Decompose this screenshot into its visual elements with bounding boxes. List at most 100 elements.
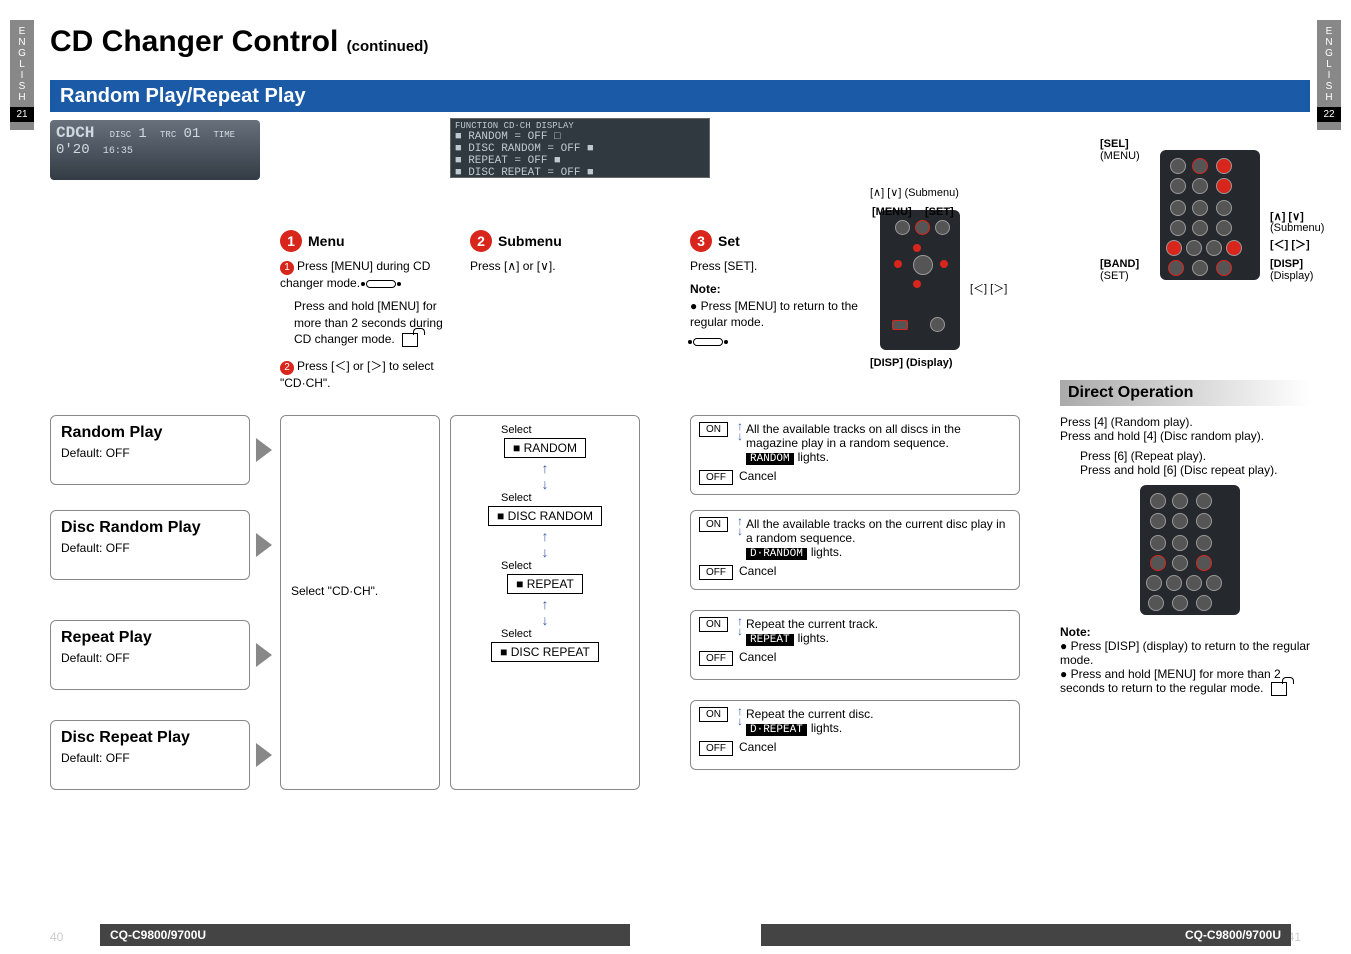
off-badge: OFF: [699, 565, 733, 580]
dr-disp-btn[interactable]: [1196, 595, 1212, 611]
remote-band-btn[interactable]: [892, 320, 908, 330]
pr-src-btn[interactable]: [1170, 158, 1186, 174]
dr-right-btn[interactable]: [1206, 575, 1222, 591]
step-set-body: Press [SET]. Note: ● Press [MENU] to ret…: [690, 258, 870, 350]
dr-4-btn[interactable]: [1150, 555, 1166, 571]
section-heading: Random Play/Repeat Play: [50, 80, 1310, 112]
card-repeat: Repeat PlayDefault: OFF: [50, 620, 250, 690]
pr-brand: PanasonicCar Audio: [1185, 286, 1225, 304]
hold-icon: [1271, 682, 1287, 696]
pr-4-btn[interactable]: [1170, 220, 1186, 236]
menuitem-disc-random: ■ DISC RANDOM: [488, 506, 602, 526]
arrow-icon: [256, 743, 272, 767]
side-letters: E N G L I S H: [10, 26, 34, 103]
dr-sel-btn[interactable]: [1172, 493, 1188, 509]
pr-label-lr: [＜] [＞]: [1270, 236, 1310, 252]
card-link: Select "CD·CH".: [280, 415, 440, 790]
pr-band-btn[interactable]: [1168, 260, 1184, 276]
card-random: Random PlayDefault: OFF: [50, 415, 250, 485]
pr-5-btn[interactable]: [1192, 220, 1208, 236]
off-badge: OFF: [699, 470, 733, 485]
device-remote: [880, 210, 960, 350]
pr-8-btn[interactable]: [1206, 240, 1222, 256]
off-badge: OFF: [699, 741, 733, 756]
dr-2-btn[interactable]: [1172, 535, 1188, 551]
footer-model-left: CQ-C9800/9700U: [100, 924, 630, 946]
main-lcd: CDCH DISC 1 TRC 01 TIME 0'20 16:35 RANDO…: [50, 120, 260, 180]
remote-up-dot[interactable]: [913, 244, 921, 252]
pr-1-btn[interactable]: [1170, 200, 1186, 216]
step-menu-body: 1Press [MENU] during CD changer mode. Pr…: [280, 258, 460, 392]
pr-2-btn[interactable]: [1192, 200, 1208, 216]
pr-num-btn[interactable]: [1192, 178, 1208, 194]
dr-down-btn[interactable]: [1196, 513, 1212, 529]
pr-up-btn[interactable]: [1216, 158, 1232, 174]
dr-6-btn[interactable]: [1196, 555, 1212, 571]
remote-disp-btn[interactable]: [930, 317, 945, 332]
on-badge: ON: [699, 707, 728, 722]
remote-volume-btn[interactable]: [913, 255, 933, 275]
remote-label-sub: [∧] [∨] (Submenu): [870, 186, 959, 199]
remote-label-menu: [MENU]: [872, 206, 912, 218]
pr-3-btn[interactable]: [1216, 200, 1232, 216]
arrow-ud-icon: [734, 517, 746, 536]
remote-eject-btn[interactable]: [915, 220, 930, 235]
dr-band-btn[interactable]: [1148, 595, 1164, 611]
dr-8-btn[interactable]: [1186, 575, 1202, 591]
page-title: CD Changer Control (continued): [50, 25, 428, 59]
pr-sel-btn[interactable]: [1192, 158, 1208, 174]
off-badge: OFF: [699, 651, 733, 666]
pr-7-btn[interactable]: [1186, 240, 1202, 256]
dr-num-btn[interactable]: [1172, 513, 1188, 529]
toggle-random: ON All the available tracks on all discs…: [690, 415, 1020, 495]
step-submenu-head: 2Submenu: [470, 230, 562, 252]
on-badge: ON: [699, 517, 728, 532]
menuitem-repeat: ■ REPEAT: [507, 574, 583, 594]
arrow-icon: [256, 643, 272, 667]
dr-0-btn[interactable]: [1172, 595, 1188, 611]
pr-6-btn[interactable]: [1216, 220, 1232, 236]
remote-label-disp: [DISP] (Display): [870, 357, 953, 369]
dr-5-btn[interactable]: [1172, 555, 1188, 571]
remote-btn[interactable]: [895, 220, 910, 235]
pr-left-btn[interactable]: [1166, 240, 1182, 256]
arrow-icon: [256, 533, 272, 557]
arrow-ud-icon: [734, 617, 746, 636]
remote-label-set: [SET]: [925, 206, 954, 218]
pr-right-btn[interactable]: [1226, 240, 1242, 256]
side-letters-r: E N G L I S H: [1317, 26, 1341, 103]
hold-icon: [402, 333, 418, 347]
side-num-right: 22: [1317, 107, 1341, 122]
remote-left-dot[interactable]: [894, 260, 902, 268]
menuitem-disc-repeat: ■ DISC REPEAT: [491, 642, 599, 662]
pr-disp-btn[interactable]: [1216, 260, 1232, 276]
function-lcd: FUNCTION CD·CH DISPLAY ■ RANDOM = OFF □ …: [450, 118, 710, 178]
dr-7-btn[interactable]: [1166, 575, 1182, 591]
footer-model-right: CQ-C9800/9700U: [761, 924, 1291, 946]
dr-mute-btn[interactable]: [1150, 513, 1166, 529]
arrow-ud-icon: [734, 707, 746, 726]
pr-label-band-sub: (SET): [1100, 270, 1129, 282]
card-disc-repeat: Disc Repeat PlayDefault: OFF: [50, 720, 250, 790]
remote-down-dot[interactable]: [913, 280, 921, 288]
dr-up-btn[interactable]: [1196, 493, 1212, 509]
step-menu-head: 1Menu: [280, 230, 345, 252]
display-icon-2: [693, 338, 723, 346]
dr-1-btn[interactable]: [1150, 535, 1166, 551]
arrow-ud-icon: [734, 422, 746, 441]
dr-src-btn[interactable]: [1150, 493, 1166, 509]
step-submenu-body: Press [∧] or [∨].: [470, 258, 610, 275]
card-menuitems: Select ■ RANDOM ↑↓ Select ■ DISC RANDOM …: [450, 415, 640, 790]
remote-btn[interactable]: [935, 220, 950, 235]
dr-3-btn[interactable]: [1196, 535, 1212, 551]
pr-down-btn[interactable]: [1216, 178, 1232, 194]
side-num-left: 21: [10, 107, 34, 122]
pr-label-sub2: (Submenu): [1270, 222, 1324, 234]
toggle-disc-random: ON All the available tracks on the curre…: [690, 510, 1020, 590]
direct-operation-body: Press [4] (Random play). Press and hold …: [1060, 415, 1320, 696]
dr-left-btn[interactable]: [1146, 575, 1162, 591]
remote-right-dot[interactable]: [940, 260, 948, 268]
pr-0-btn[interactable]: [1192, 260, 1208, 276]
page-num-left: 40: [50, 930, 63, 944]
pr-mute-btn[interactable]: [1170, 178, 1186, 194]
